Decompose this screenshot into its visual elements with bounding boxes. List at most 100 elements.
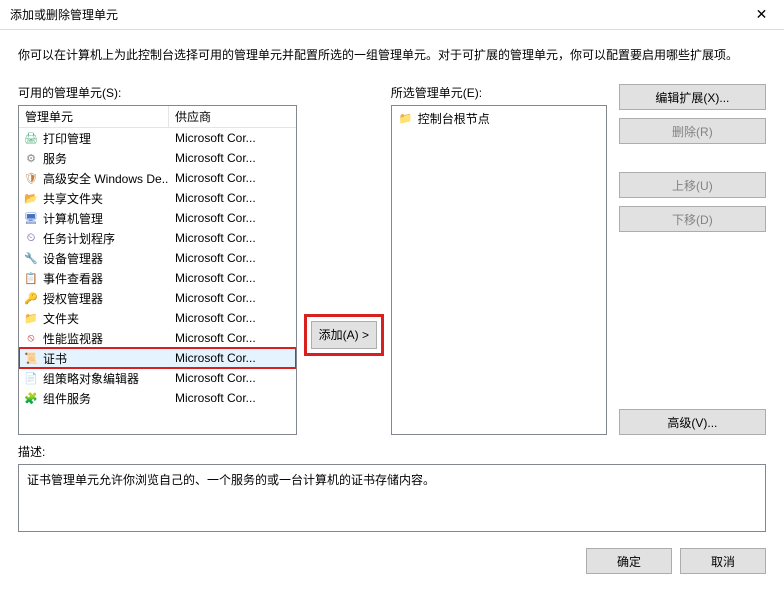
- available-column: 可用的管理单元(S): 管理单元 供应商 🖨打印管理Microsoft Cor.…: [18, 84, 297, 435]
- snapin-cell: 🖥计算机管理: [19, 210, 169, 227]
- vendor-cell: Microsoft Cor...: [169, 131, 296, 145]
- list-item[interactable]: 🔑授权管理器Microsoft Cor...: [19, 288, 296, 308]
- snapin-cell: 📄组策略对象编辑器: [19, 370, 169, 387]
- cert-icon: 📜: [23, 350, 39, 366]
- comsvc-icon: 🧩: [23, 390, 39, 406]
- available-listbox[interactable]: 管理单元 供应商 🖨打印管理Microsoft Cor...⚙服务Microso…: [18, 105, 297, 435]
- snapin-cell: 📂共享文件夹: [19, 190, 169, 207]
- selected-column: 所选管理单元(E): 📁 控制台根节点: [391, 84, 607, 435]
- snapin-name: 高级安全 Windows De...: [43, 170, 169, 187]
- snapin-cell: 🔑授权管理器: [19, 290, 169, 307]
- selected-label: 所选管理单元(E):: [391, 84, 607, 101]
- gear-icon: ⚙: [23, 150, 39, 166]
- list-item[interactable]: 📄组策略对象编辑器Microsoft Cor...: [19, 368, 296, 388]
- vendor-cell: Microsoft Cor...: [169, 251, 296, 265]
- shield-icon: 🛡: [23, 170, 39, 186]
- snapin-cell: ⏲任务计划程序: [19, 230, 169, 247]
- add-highlight: 添加(A) >: [304, 314, 384, 356]
- folder-icon: 📁: [23, 310, 39, 326]
- folder-icon: 📁: [398, 111, 414, 127]
- snapin-name: 计算机管理: [43, 210, 103, 227]
- snapin-name: 事件查看器: [43, 270, 103, 287]
- list-item[interactable]: 🛡高级安全 Windows De...Microsoft Cor...: [19, 168, 296, 188]
- move-down-button[interactable]: 下移(D): [619, 206, 766, 232]
- snapin-cell: 🧩组件服务: [19, 390, 169, 407]
- snapin-name: 共享文件夹: [43, 190, 103, 207]
- available-body: 🖨打印管理Microsoft Cor...⚙服务Microsoft Cor...…: [19, 128, 296, 408]
- snapin-cell: 📜证书: [19, 350, 169, 367]
- snapin-name: 性能监视器: [43, 330, 103, 347]
- snapin-cell: 📋事件查看器: [19, 270, 169, 287]
- list-item[interactable]: 🔧设备管理器Microsoft Cor...: [19, 248, 296, 268]
- vendor-cell: Microsoft Cor...: [169, 391, 296, 405]
- snapin-cell: 🛡高级安全 Windows De...: [19, 170, 169, 187]
- snapin-name: 授权管理器: [43, 290, 103, 307]
- snapin-name: 服务: [43, 150, 67, 167]
- vendor-cell: Microsoft Cor...: [169, 291, 296, 305]
- device-icon: 🔧: [23, 250, 39, 266]
- snapin-cell: 🖨打印管理: [19, 130, 169, 147]
- vendor-cell: Microsoft Cor...: [169, 371, 296, 385]
- title-bar: 添加或删除管理单元 ✕: [0, 0, 784, 30]
- remove-button[interactable]: 删除(R): [619, 118, 766, 144]
- cancel-button[interactable]: 取消: [680, 548, 766, 574]
- vendor-cell: Microsoft Cor...: [169, 211, 296, 225]
- shared-folder-icon: 📂: [23, 190, 39, 206]
- list-item[interactable]: 🧩组件服务Microsoft Cor...: [19, 388, 296, 408]
- header-snapin[interactable]: 管理单元: [19, 106, 169, 127]
- list-item[interactable]: 📁文件夹Microsoft Cor...: [19, 308, 296, 328]
- list-item[interactable]: ⦸性能监视器Microsoft Cor...: [19, 328, 296, 348]
- list-item[interactable]: ⏲任务计划程序Microsoft Cor...: [19, 228, 296, 248]
- list-item[interactable]: 📋事件查看器Microsoft Cor...: [19, 268, 296, 288]
- computer-icon: 🖥: [23, 210, 39, 226]
- move-up-button[interactable]: 上移(U): [619, 172, 766, 198]
- vendor-cell: Microsoft Cor...: [169, 231, 296, 245]
- clock-icon: ⏲: [23, 230, 39, 246]
- window-title: 添加或删除管理单元: [10, 6, 739, 23]
- list-item[interactable]: 🖨打印管理Microsoft Cor...: [19, 128, 296, 148]
- vendor-cell: Microsoft Cor...: [169, 151, 296, 165]
- snapin-name: 组策略对象编辑器: [43, 370, 139, 387]
- available-header: 管理单元 供应商: [19, 106, 296, 128]
- console-root-label: 控制台根节点: [418, 110, 490, 127]
- description-label: 描述:: [18, 443, 766, 460]
- description-section: 描述: 证书管理单元允许你浏览自己的、一个服务的或一台计算机的证书存储内容。: [0, 435, 784, 532]
- header-vendor[interactable]: 供应商: [169, 106, 296, 127]
- vendor-cell: Microsoft Cor...: [169, 271, 296, 285]
- middle-column: 添加(A) >: [309, 84, 379, 435]
- vendor-cell: Microsoft Cor...: [169, 171, 296, 185]
- perf-icon: ⦸: [23, 330, 39, 346]
- add-button[interactable]: 添加(A) >: [311, 321, 377, 349]
- description-box: 证书管理单元允许你浏览自己的、一个服务的或一台计算机的证书存储内容。: [18, 464, 766, 532]
- printer-icon: 🖨: [23, 130, 39, 146]
- snapin-cell: 📁文件夹: [19, 310, 169, 327]
- list-item[interactable]: 🖥计算机管理Microsoft Cor...: [19, 208, 296, 228]
- vendor-cell: Microsoft Cor...: [169, 331, 296, 345]
- vendor-cell: Microsoft Cor...: [169, 351, 296, 365]
- selected-listbox[interactable]: 📁 控制台根节点: [391, 105, 607, 435]
- close-icon[interactable]: ✕: [739, 0, 784, 30]
- console-root-item[interactable]: 📁 控制台根节点: [394, 108, 604, 129]
- footer: 确定 取消: [0, 532, 784, 590]
- ok-button[interactable]: 确定: [586, 548, 672, 574]
- available-label: 可用的管理单元(S):: [18, 84, 297, 101]
- list-item[interactable]: ⚙服务Microsoft Cor...: [19, 148, 296, 168]
- snapin-cell: 🔧设备管理器: [19, 250, 169, 267]
- vendor-cell: Microsoft Cor...: [169, 191, 296, 205]
- spacer: [619, 152, 766, 164]
- list-item[interactable]: 📂共享文件夹Microsoft Cor...: [19, 188, 296, 208]
- auth-icon: 🔑: [23, 290, 39, 306]
- main-area: 可用的管理单元(S): 管理单元 供应商 🖨打印管理Microsoft Cor.…: [0, 74, 784, 435]
- snapin-name: 任务计划程序: [43, 230, 115, 247]
- advanced-button[interactable]: 高级(V)...: [619, 409, 766, 435]
- event-icon: 📋: [23, 270, 39, 286]
- snapin-cell: ⦸性能监视器: [19, 330, 169, 347]
- right-buttons-column: 编辑扩展(X)... 删除(R) 上移(U) 下移(D) 高级(V)...: [619, 84, 766, 435]
- snapin-cell: ⚙服务: [19, 150, 169, 167]
- edit-extensions-button[interactable]: 编辑扩展(X)...: [619, 84, 766, 110]
- snapin-name: 文件夹: [43, 310, 79, 327]
- snapin-name: 设备管理器: [43, 250, 103, 267]
- list-item[interactable]: 📜证书Microsoft Cor...: [19, 348, 296, 368]
- gpo-icon: 📄: [23, 370, 39, 386]
- intro-text: 你可以在计算机上为此控制台选择可用的管理单元并配置所选的一组管理单元。对于可扩展…: [0, 30, 784, 74]
